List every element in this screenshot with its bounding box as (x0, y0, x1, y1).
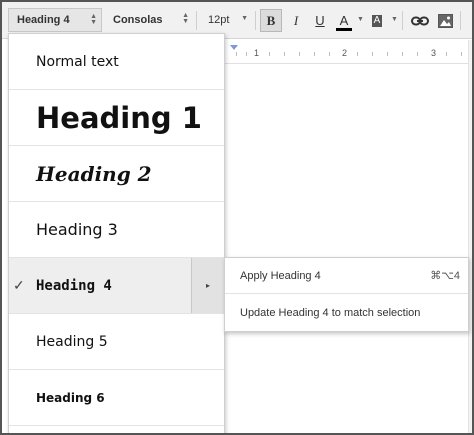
heading-4-submenu: Apply Heading 4 ⌘⌥4 Update Heading 4 to … (224, 257, 469, 332)
ruler-tick (299, 52, 300, 56)
ruler-tick (446, 52, 447, 56)
paragraph-style-value: Heading 4 (17, 14, 70, 26)
bold-icon: B (266, 12, 276, 28)
ruler-tick (329, 52, 330, 56)
menu-item-label: Heading 2 (36, 161, 152, 186)
insert-image-button[interactable] (434, 9, 456, 32)
ruler-tick (284, 52, 285, 56)
document-page[interactable] (224, 64, 472, 433)
apply-heading-shortcut: ⌘⌥4 (430, 270, 460, 282)
style-heading-4[interactable]: ✓ Heading 4 ▸ (9, 258, 224, 314)
updown-arrows-icon: ▲ ▼ (90, 13, 97, 26)
underline-icon: U (315, 13, 325, 28)
menu-item-label: Heading 3 (36, 220, 118, 239)
text-color-swatch (336, 28, 352, 31)
toolbar-divider (196, 11, 197, 30)
bold-button[interactable]: B (260, 9, 282, 32)
ruler-tick (357, 52, 358, 56)
ruler-tick (236, 52, 237, 56)
style-heading-2[interactable]: Heading 2 (9, 146, 224, 202)
image-icon (437, 13, 453, 28)
ruler-tick (246, 52, 247, 56)
font-size-value: 12pt (208, 14, 230, 26)
ruler-tick (461, 52, 462, 56)
style-normal-text[interactable]: Normal text (9, 34, 224, 90)
ruler-tick (417, 52, 418, 56)
submenu-arrow-icon[interactable]: ▸ (191, 258, 224, 313)
left-indent-marker[interactable] (230, 45, 238, 50)
ruler-tick (372, 52, 373, 56)
horizontal-ruler[interactable]: 1 2 3 (224, 40, 472, 64)
menu-item-label: Normal text (36, 53, 119, 70)
link-icon (411, 16, 429, 25)
font-family-select[interactable]: Consolas ▲ ▼ (105, 8, 193, 32)
ruler-number: 3 (431, 48, 437, 58)
underline-button[interactable]: U (309, 9, 331, 32)
check-icon: ✓ (13, 277, 25, 293)
update-heading-label: Update Heading 4 to match selection (240, 306, 421, 319)
paragraph-style-menu: Normal text Heading 1 Heading 2 Heading … (8, 33, 225, 433)
updown-arrows-icon: ▲ ▼ (182, 12, 189, 25)
menu-item-label: Heading 4 (36, 277, 112, 294)
toolbar-divider (402, 11, 403, 30)
menu-item-label: Heading 5 (36, 333, 108, 350)
highlight-color-icon: A (371, 14, 383, 27)
ruler-tick (269, 52, 270, 56)
highlight-color-button[interactable]: A (366, 9, 388, 32)
paragraph-style-select[interactable]: Heading 4 ▲ ▼ (8, 8, 102, 32)
insert-link-button[interactable] (409, 9, 431, 32)
menu-item-label: Heading 1 (36, 100, 202, 135)
ruler-tick (387, 52, 388, 56)
style-heading-3[interactable]: Heading 3 (9, 202, 224, 258)
vertical-scrollbar[interactable] (468, 40, 472, 433)
text-color-button[interactable]: A (333, 9, 355, 32)
style-heading-6[interactable]: Heading 6 (9, 370, 224, 426)
toolbar-divider (460, 11, 461, 30)
chevron-down-icon[interactable]: ▼ (391, 16, 398, 23)
ruler-number: 1 (254, 48, 260, 58)
style-heading-5[interactable]: Heading 5 (9, 314, 224, 370)
style-heading-1[interactable]: Heading 1 (9, 90, 224, 146)
ruler-number: 2 (342, 48, 348, 58)
chevron-down-icon: ▼ (241, 15, 248, 22)
italic-button[interactable]: I (285, 9, 307, 32)
menu-item-label: Heading 6 (36, 390, 105, 405)
update-heading-4-option[interactable]: Update Heading 4 to match selection (225, 294, 468, 331)
editor-window: Heading 4 ▲ ▼ Consolas ▲ ▼ 12pt ▼ B I U A … (0, 0, 474, 435)
toolbar-divider (255, 11, 256, 30)
font-size-select[interactable]: 12pt ▼ (200, 8, 252, 32)
ruler-tick (402, 52, 403, 56)
font-family-value: Consolas (113, 14, 163, 26)
apply-heading-label: Apply Heading 4 (240, 269, 321, 282)
ruler-tick (314, 52, 315, 56)
text-color-icon: A (339, 13, 349, 28)
apply-heading-4-option[interactable]: Apply Heading 4 ⌘⌥4 (225, 258, 468, 293)
italic-icon: I (293, 12, 299, 28)
chevron-down-icon[interactable]: ▼ (357, 16, 364, 23)
